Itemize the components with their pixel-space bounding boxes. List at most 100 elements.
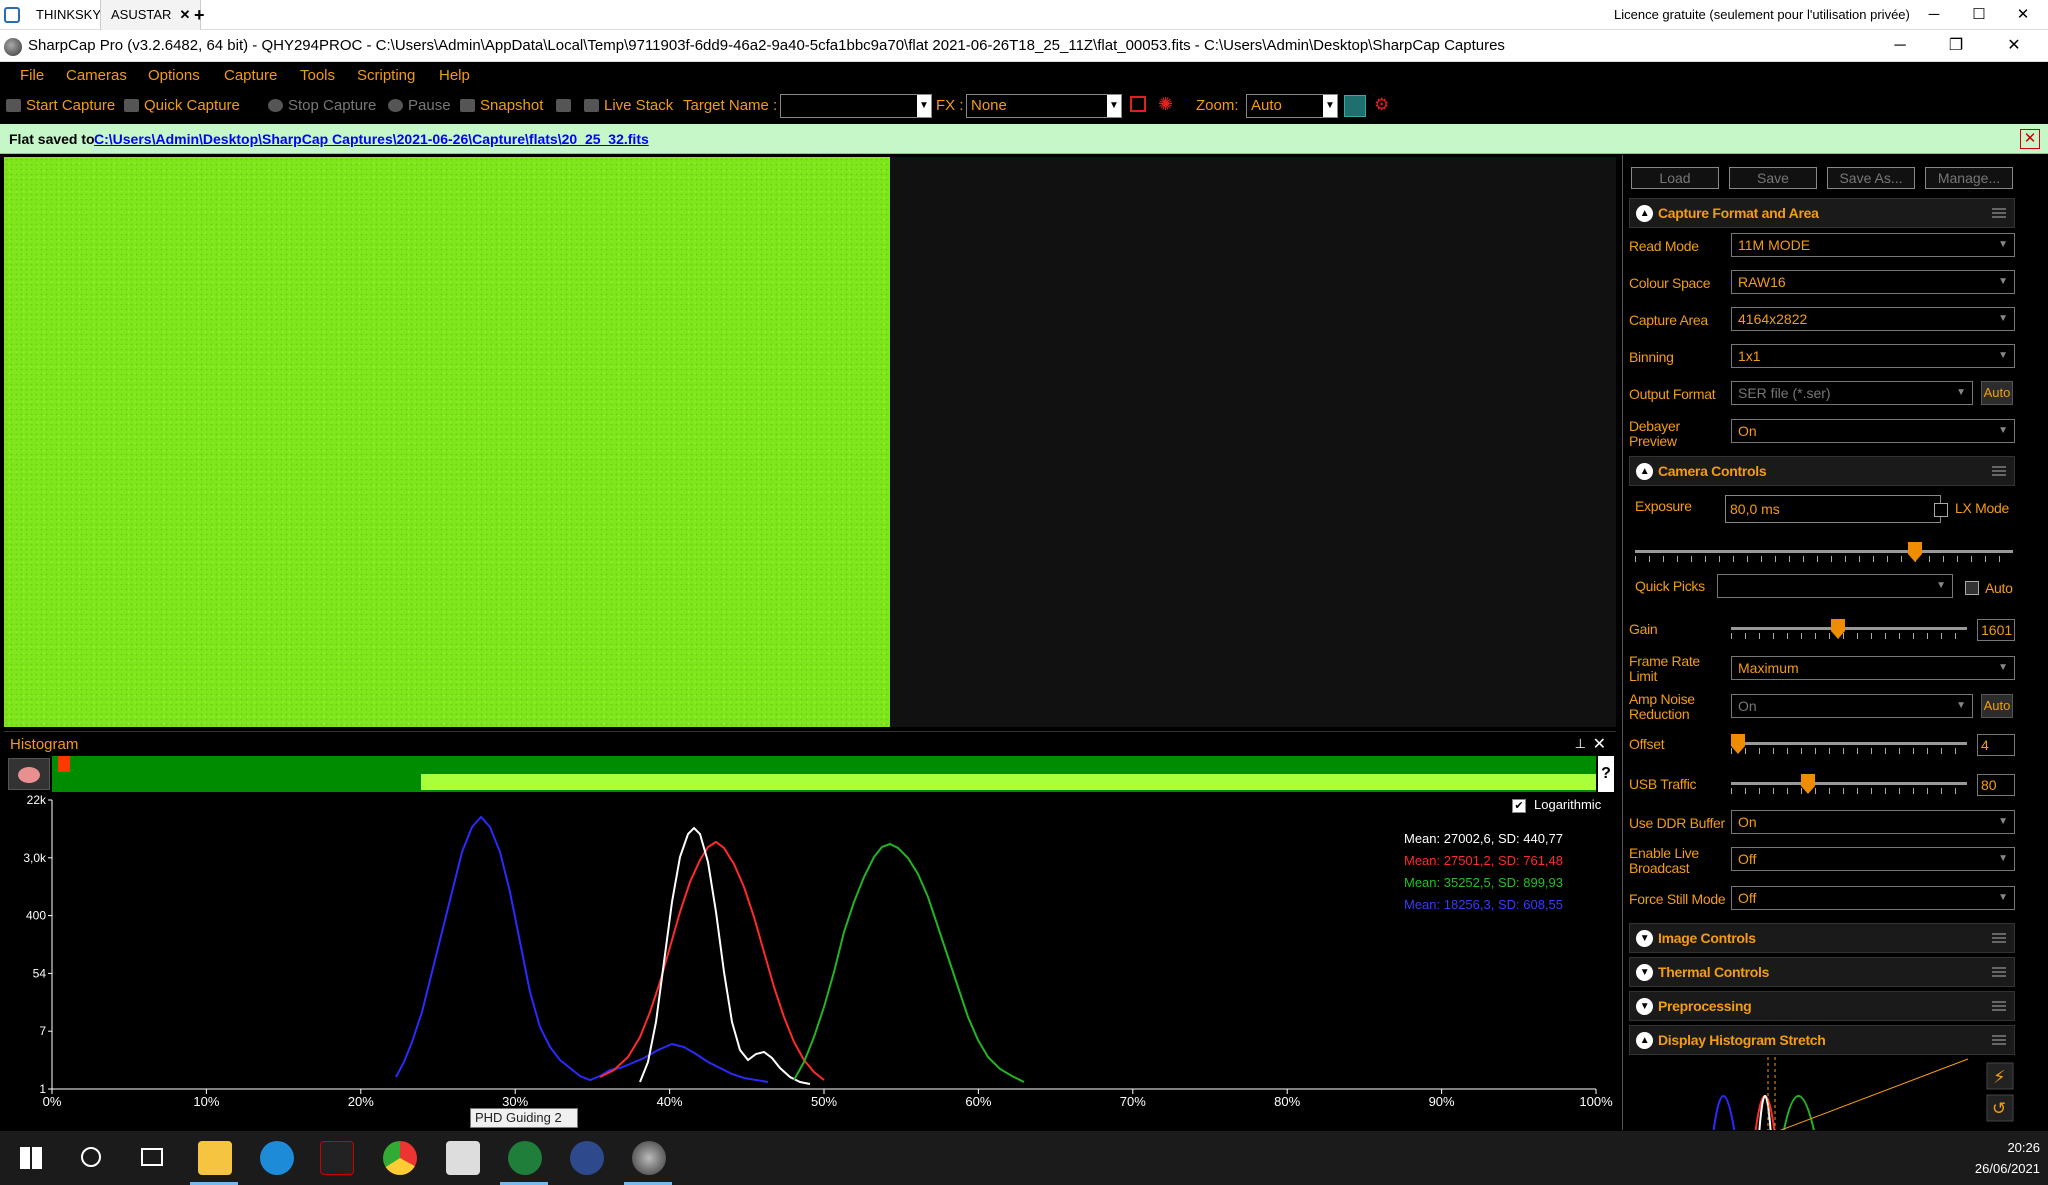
- close-icon[interactable]: ✕: [1593, 734, 1606, 754]
- menu-file[interactable]: File: [20, 67, 44, 84]
- menu-options[interactable]: Options: [148, 67, 200, 84]
- windows-start-icon[interactable]: [20, 1147, 42, 1169]
- quick-picks-select[interactable]: ▼: [1717, 574, 1953, 598]
- debayer-preview-select[interactable]: On ▼: [1731, 419, 2015, 443]
- new-tab-button[interactable]: +: [194, 0, 205, 30]
- gain-slider[interactable]: [1731, 617, 1967, 641]
- search-icon[interactable]: [81, 1147, 101, 1167]
- black-point-marker[interactable]: [58, 756, 70, 772]
- app-icon[interactable]: [320, 1141, 354, 1175]
- quick-capture-button[interactable]: Quick Capture: [124, 97, 240, 114]
- histogram-icon[interactable]: [1344, 95, 1366, 117]
- saved-file-link[interactable]: C:\Users\Admin\Desktop\SharpCap Captures…: [94, 124, 649, 154]
- capture-area-select[interactable]: 4164x2822 ▼: [1731, 307, 2015, 331]
- hamburger-icon[interactable]: [1992, 1035, 2006, 1045]
- sharpcap-icon[interactable]: [632, 1141, 666, 1175]
- hamburger-icon[interactable]: [1992, 466, 2006, 476]
- stop-capture-button[interactable]: Stop Capture: [268, 97, 376, 114]
- display-stretch-section-header[interactable]: ▲ Display Histogram Stretch: [1629, 1025, 2015, 1055]
- capture-format-section-header[interactable]: ▲ Capture Format and Area: [1629, 198, 2015, 228]
- zoom-combo[interactable]: Auto ▼: [1246, 94, 1338, 118]
- capture-area-value: 4164x2822: [1738, 311, 1808, 327]
- minimize-button[interactable]: ─: [1878, 30, 1922, 62]
- pause-button[interactable]: Pause: [388, 97, 451, 114]
- amp-noise-select[interactable]: On ▼: [1731, 694, 1973, 718]
- force-still-select[interactable]: Off ▼: [1731, 886, 2015, 910]
- start-capture-button[interactable]: Start Capture: [6, 97, 115, 114]
- focus-icon[interactable]: ✺: [1158, 94, 1173, 115]
- colour-space-select[interactable]: RAW16 ▼: [1731, 270, 2015, 294]
- x-tick-label: 80%: [1274, 1094, 1300, 1109]
- hamburger-icon[interactable]: [1992, 933, 2006, 943]
- image-viewport[interactable]: [4, 157, 1616, 727]
- binning-select[interactable]: 1x1 ▼: [1731, 344, 2015, 368]
- edge-icon[interactable]: [260, 1141, 294, 1175]
- maximize-button[interactable]: ☐: [1959, 0, 1999, 30]
- close-icon[interactable]: ✕: [2020, 129, 2040, 149]
- manage-button[interactable]: Manage...: [1925, 167, 2013, 189]
- close-button[interactable]: ✕: [2003, 0, 2043, 30]
- stellarium-icon[interactable]: [570, 1141, 604, 1175]
- save-as-button[interactable]: Save As...: [1827, 167, 1915, 189]
- output-format-select[interactable]: SER file (*.ser) ▼: [1731, 381, 1973, 405]
- phd-guiding-icon[interactable]: [508, 1141, 542, 1175]
- snapshot-button[interactable]: Snapshot: [460, 97, 543, 114]
- target-name-combo[interactable]: ▼: [780, 94, 932, 118]
- system-clock[interactable]: 20:26 26/06/2021: [1960, 1137, 2040, 1179]
- chrome-icon[interactable]: [383, 1141, 417, 1175]
- output-format-auto-button[interactable]: Auto: [1981, 381, 2013, 405]
- display-stretch-histogram[interactable]: ⚡ ↺: [1623, 1057, 2022, 1130]
- read-mode-select[interactable]: 11M MODE ▼: [1731, 233, 2015, 257]
- remote-tab-asustar[interactable]: ASUSTAR ✕: [100, 0, 202, 30]
- minimize-button[interactable]: ─: [1914, 0, 1954, 30]
- live-broadcast-select[interactable]: Off ▼: [1731, 847, 2015, 871]
- reticle-icon[interactable]: [1130, 96, 1146, 112]
- hamburger-icon[interactable]: [1992, 208, 2006, 218]
- offset-slider[interactable]: [1731, 732, 1967, 756]
- usb-traffic-slider[interactable]: [1731, 772, 1967, 796]
- offset-input[interactable]: 4: [1977, 734, 2015, 756]
- preprocessing-section-header[interactable]: ▼ Preprocessing: [1629, 991, 2015, 1021]
- hamburger-icon[interactable]: [1992, 967, 2006, 977]
- thermal-controls-section-header[interactable]: ▼ Thermal Controls: [1629, 957, 2015, 987]
- camera-controls-section-header[interactable]: ▲ Camera Controls: [1629, 456, 2015, 486]
- menu-scripting[interactable]: Scripting: [357, 67, 415, 84]
- lx-mode-checkbox[interactable]: [1934, 503, 1948, 517]
- remote-tab-thinksky[interactable]: THINKSKY: [26, 0, 111, 30]
- usb-traffic-input[interactable]: 80: [1977, 774, 2015, 796]
- close-button[interactable]: ✕: [1992, 30, 2036, 62]
- ddr-buffer-select[interactable]: On ▼: [1731, 810, 2015, 834]
- settings-gear-icon[interactable]: ⚙: [1374, 95, 1389, 115]
- zoom-value: Auto: [1251, 97, 1282, 114]
- app-icon[interactable]: [446, 1141, 480, 1175]
- menu-capture[interactable]: Capture: [224, 67, 277, 84]
- task-view-icon[interactable]: [141, 1148, 163, 1166]
- exposure-slider[interactable]: [1635, 540, 2013, 564]
- fx-combo[interactable]: None ▼: [966, 94, 1122, 118]
- pin-icon[interactable]: ⊥: [1575, 736, 1586, 752]
- chevron-down-icon: ▼: [1998, 350, 2008, 361]
- svg-text:⚡: ⚡: [1993, 1067, 2006, 1088]
- settings-window-button[interactable]: [556, 97, 576, 114]
- quick-picks-auto-checkbox[interactable]: [1965, 581, 1979, 595]
- image-controls-section-header[interactable]: ▼ Image Controls: [1629, 923, 2015, 953]
- live-stack-button[interactable]: Live Stack: [584, 97, 673, 114]
- close-icon[interactable]: ✕: [179, 7, 190, 22]
- menu-cameras[interactable]: Cameras: [66, 67, 127, 84]
- menu-help[interactable]: Help: [439, 67, 470, 84]
- brain-icon[interactable]: [8, 758, 50, 790]
- menu-tools[interactable]: Tools: [300, 67, 335, 84]
- help-button[interactable]: ?: [1598, 756, 1614, 792]
- file-explorer-icon[interactable]: [198, 1141, 232, 1175]
- histogram-plot[interactable]: 22k3,0k4005471 0% 10% 20% 30% 40% 50% 60% 70% 80…: [4, 792, 1616, 1132]
- save-button[interactable]: Save: [1729, 167, 1817, 189]
- stretch-range[interactable]: [421, 774, 1596, 790]
- amp-noise-auto-button[interactable]: Auto: [1981, 694, 2013, 718]
- gain-input[interactable]: 1601: [1977, 619, 2015, 641]
- frame-rate-limit-select[interactable]: Maximum ▼: [1731, 656, 2015, 680]
- restore-button[interactable]: ❐: [1934, 30, 1978, 62]
- frame-rate-limit-label: Frame Rate Limit: [1629, 653, 1700, 684]
- hamburger-icon[interactable]: [1992, 1001, 2006, 1011]
- exposure-input[interactable]: 80,0 ms: [1725, 495, 1941, 523]
- load-button[interactable]: Load: [1631, 167, 1719, 189]
